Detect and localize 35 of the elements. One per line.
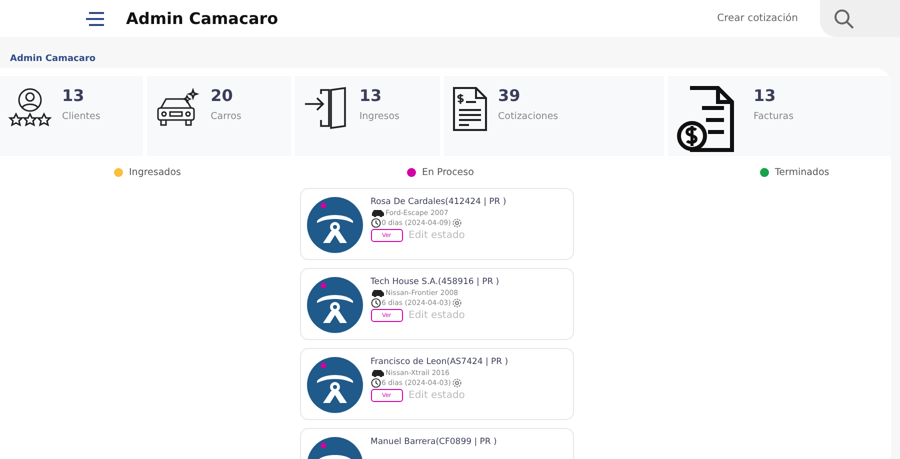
stat-value: 13 — [62, 86, 86, 105]
create-quote-link[interactable]: Crear cotización — [717, 13, 798, 24]
order-title: Manuel Barrera(CF0899 | PR ) — [370, 437, 497, 447]
stat-label: Cotizaciones — [498, 111, 558, 122]
search-icon — [834, 8, 854, 28]
stat-label: Clientes — [62, 111, 100, 122]
status-label: Ingresados — [129, 166, 181, 178]
order-title: Tech House S.A.(458916 | PR ) — [370, 277, 500, 287]
order-title: Francisco de Leon(AS7424 | PR ) — [370, 357, 508, 367]
status-label: En Proceso — [422, 166, 474, 178]
car-icon — [370, 289, 384, 297]
car-icon — [370, 209, 384, 217]
status-label: Terminados — [774, 166, 830, 178]
order-title: Rosa De Cardales(412424 | PR ) — [370, 197, 506, 207]
page-title: Admin Camacaro — [126, 9, 280, 28]
steering-wheel-icon — [306, 197, 362, 253]
stat-value: 39 — [498, 86, 522, 105]
stat-value: 20 — [210, 86, 234, 105]
stat-value: 13 — [359, 86, 383, 105]
gear-icon[interactable] — [452, 298, 462, 308]
search-button[interactable] — [820, 0, 900, 37]
stat-label: Facturas — [754, 111, 794, 122]
steering-wheel-icon — [306, 357, 362, 413]
clock-icon — [370, 378, 380, 388]
document-dollar-icon — [452, 86, 488, 132]
stat-value: 13 — [754, 86, 777, 105]
gear-icon[interactable] — [452, 218, 462, 228]
gear-icon[interactable] — [452, 378, 462, 388]
stat-label: Carros — [210, 111, 242, 122]
stat-label: Ingresos — [359, 111, 400, 122]
breadcrumb: Admin Camacaro — [9, 53, 97, 66]
car-icon — [370, 369, 384, 377]
steering-wheel-icon — [306, 277, 362, 333]
clock-icon — [370, 218, 380, 228]
clock-icon — [370, 298, 380, 308]
